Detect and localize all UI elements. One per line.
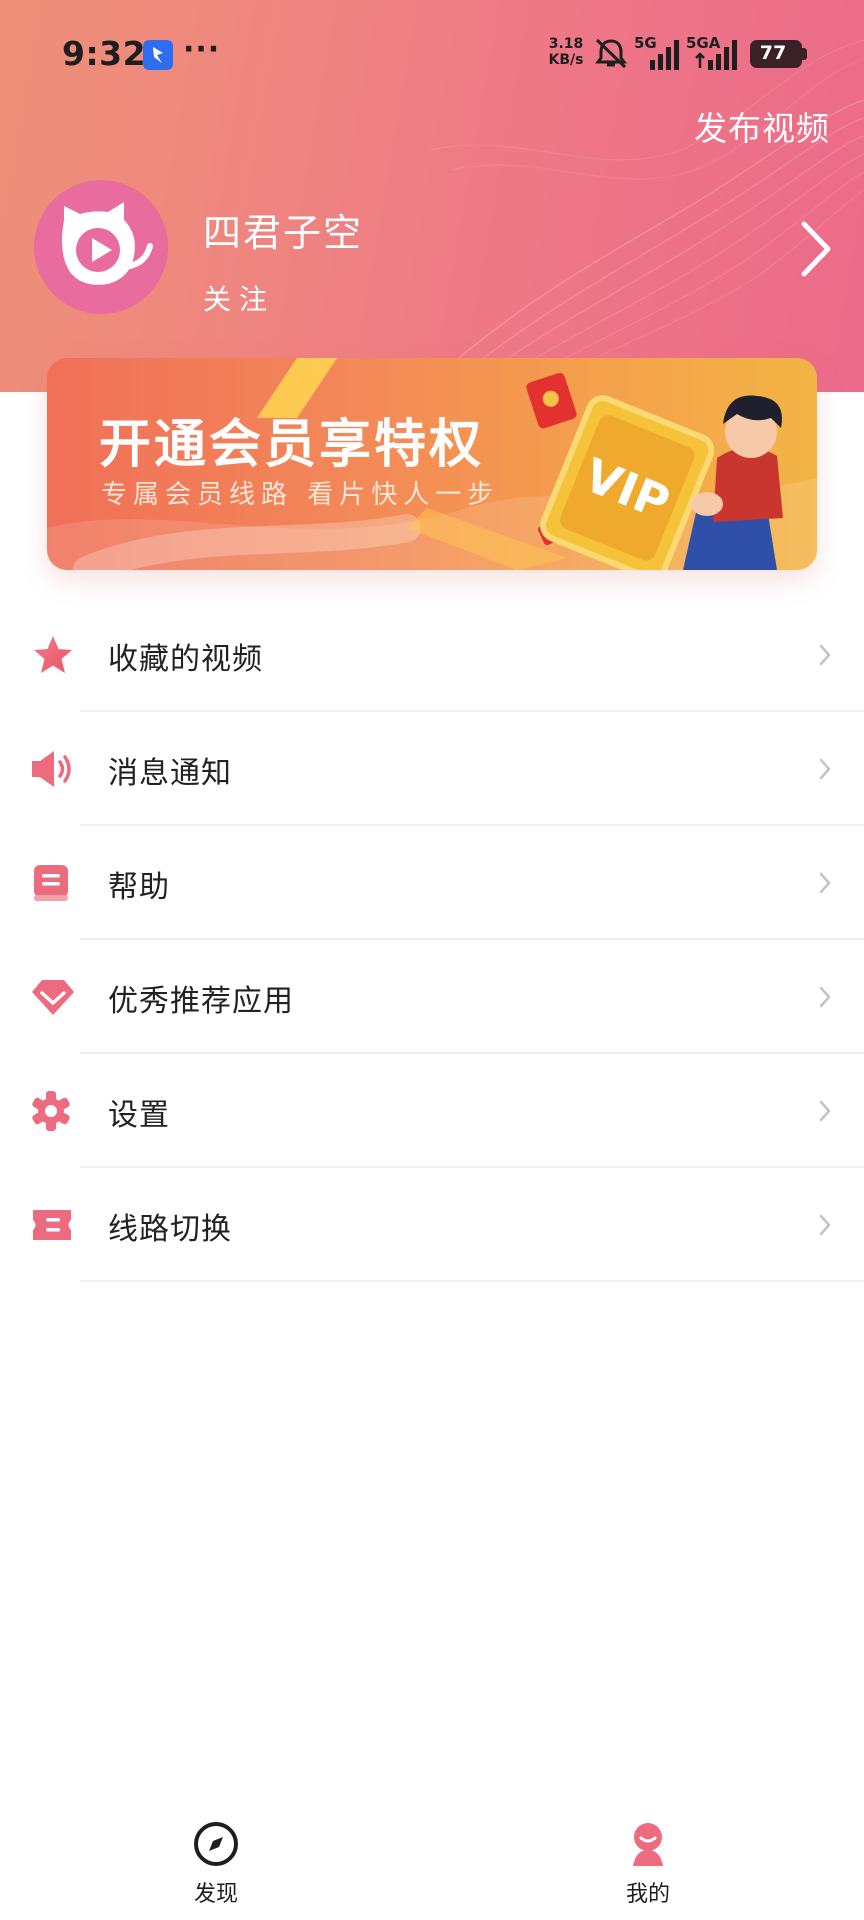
- status-bar: 9:32 ··· 3.18 KB/s 5G 5GA 77: [0, 0, 864, 110]
- menu-item-label: 设置: [108, 1098, 170, 1133]
- mute-bell-icon: [595, 38, 627, 69]
- menu-item-label: 优秀推荐应用: [108, 984, 294, 1019]
- diamond-icon: [32, 980, 74, 1015]
- tab-mine-label: 我的: [625, 1882, 670, 1907]
- tab-mine[interactable]: 我的: [588, 1820, 708, 1920]
- menu-item-label: 收藏的视频: [108, 642, 263, 677]
- star-icon: [34, 636, 72, 673]
- chevron-right-icon: [819, 986, 831, 1008]
- ticket-icon: [33, 1210, 71, 1240]
- profile-header: 9:32 ··· 3.18 KB/s 5G 5GA 77 发布视频 四君子空 关…: [0, 0, 864, 392]
- menu-item-help[interactable]: 帮助: [0, 826, 864, 940]
- tab-discover-label: 发现: [193, 1882, 238, 1907]
- network-speed-unit: KB/s: [548, 52, 584, 68]
- speaker-icon: [32, 751, 71, 787]
- help-book-icon: [34, 865, 68, 901]
- chevron-right-icon: [819, 872, 831, 894]
- chevron-right-icon: [819, 758, 831, 780]
- username[interactable]: 四君子空: [203, 202, 363, 257]
- chevron-right-icon: [819, 1214, 831, 1236]
- network-speed-value: 3.18: [548, 36, 584, 52]
- more-notifications-icon: ···: [183, 32, 221, 67]
- network-speed: 3.18 KB/s: [544, 36, 588, 68]
- battery-level: 77: [759, 42, 787, 64]
- tab-discover[interactable]: 发现: [156, 1820, 276, 1920]
- menu-item-favorites[interactable]: 收藏的视频: [0, 598, 864, 712]
- chevron-right-icon: [819, 1100, 831, 1122]
- cat-play-logo-icon: [62, 202, 153, 285]
- menu-item-recommended-apps[interactable]: 优秀推荐应用: [0, 940, 864, 1054]
- compass-icon: [194, 1822, 238, 1866]
- publish-video-button[interactable]: 发布视频: [694, 102, 830, 150]
- gear-icon: [32, 1091, 70, 1131]
- divider: [80, 1280, 864, 1282]
- user-profile-icon: [633, 1823, 663, 1866]
- chevron-right-icon[interactable]: [796, 220, 836, 278]
- status-time: 9:32: [62, 34, 147, 73]
- chevron-right-icon: [819, 644, 831, 666]
- signal-strength-2-icon: [695, 40, 737, 70]
- battery-tip: [802, 48, 807, 60]
- app-notification-icon: [143, 40, 173, 70]
- bottom-navigation: 发现 我的: [0, 1800, 864, 1920]
- menu-item-settings[interactable]: 设置: [0, 1054, 864, 1168]
- menu-item-label: 帮助: [108, 870, 170, 905]
- vip-membership-banner[interactable]: VIP 开通会员享特权 专属会员线路 看片快人一步: [47, 358, 817, 570]
- vip-title: 开通会员享特权: [99, 415, 485, 475]
- menu-item-notifications[interactable]: 消息通知: [0, 712, 864, 826]
- battery-indicator: 77: [750, 40, 802, 68]
- avatar[interactable]: [34, 180, 168, 314]
- menu-item-label: 线路切换: [108, 1212, 232, 1247]
- menu-item-route-switch[interactable]: 线路切换: [0, 1168, 864, 1282]
- menu-item-label: 消息通知: [108, 756, 232, 791]
- follow-link[interactable]: 关注: [203, 278, 275, 318]
- signal-strength-icon: [650, 40, 679, 70]
- vip-subtitle: 专属会员线路 看片快人一步: [101, 480, 500, 510]
